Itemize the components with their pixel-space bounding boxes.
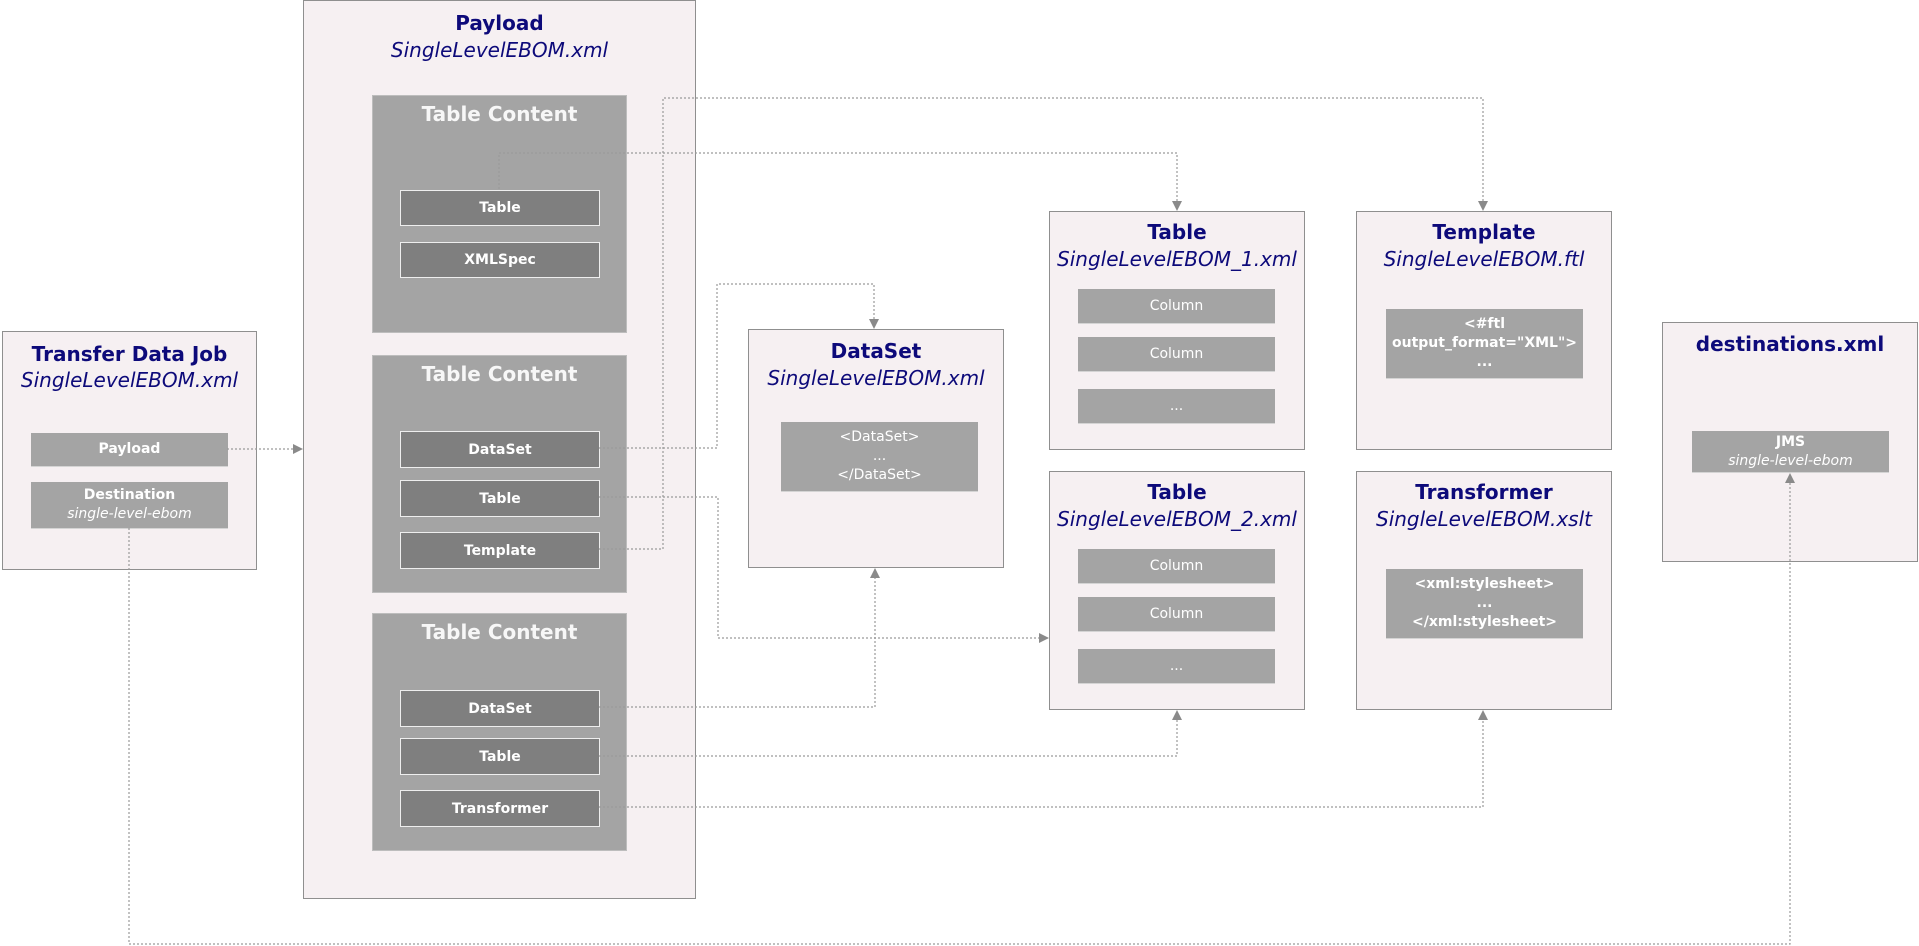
transformer-line: ... [1476,595,1493,611]
column-label: Column [1149,557,1204,574]
destination-item-label: Destination [83,487,176,503]
template-subtitle: SingleLevelEBOM.ftl [1383,247,1585,271]
jms-value: single-level-ebom [1728,452,1853,469]
table-content-2-dataset-button[interactable]: DataSet [400,431,600,468]
column-label: Column [1149,605,1204,622]
template-box: Template SingleLevelEBOM.ftl <#ftl outpu… [1356,211,1612,450]
table1-subtitle: SingleLevelEBOM_1.xml [1057,247,1297,271]
template-line: output_format="XML"> [1392,335,1577,351]
transformer-subtitle: SingleLevelEBOM.xslt [1376,507,1592,531]
template-title: Template [1432,220,1536,244]
payload-title: Payload [455,11,544,35]
dataset-subtitle: SingleLevelEBOM.xml [767,366,985,390]
transformer-title: Transformer [1415,480,1553,504]
table-content-2: Table Content DataSet Table Template [372,355,627,593]
dataset-line: <DataSet> [839,429,920,445]
table1-column-row[interactable]: Column [1078,337,1275,372]
table2-column-row[interactable]: Column [1078,597,1275,632]
connector-transformer-to-transformer [599,710,1488,808]
table2-title: Table [1147,480,1207,504]
table-content-1-xmlspec-button[interactable]: XMLSpec [400,242,600,278]
table2-ellipsis-row[interactable]: ... [1078,649,1275,684]
destinations-title: destinations.xml [1695,332,1885,356]
transformer-box: Transformer SingleLevelEBOM.xslt <xml:st… [1356,471,1612,710]
dataset-content: <DataSet> ... </DataSet> [781,422,978,492]
table2-subtitle: SingleLevelEBOM_2.xml [1057,507,1297,531]
payload-subtitle: SingleLevelEBOM.xml [390,38,609,62]
table-content-2-table-button[interactable]: Table [400,480,600,517]
dataset-line: </DataSet> [837,467,922,483]
transformer-line: <xml:stylesheet> [1414,576,1555,592]
transfer-data-job-box: Transfer Data Job SingleLevelEBOM.xml Pa… [2,331,257,570]
transfer-job-payload-item[interactable]: Payload [31,433,228,467]
table-content-2-template-button[interactable]: Template [400,532,600,569]
ellipsis-label: ... [1169,397,1184,414]
table1-title: Table [1147,220,1207,244]
template-content: <#ftl output_format="XML"> ... [1386,309,1583,379]
transformer-line: </xml:stylesheet> [1411,614,1558,630]
table-content-title: Table Content [421,102,578,126]
ellipsis-label: ... [1169,657,1184,674]
table2-box: Table SingleLevelEBOM_2.xml Column Colum… [1049,471,1305,710]
connector-template-to-template [599,97,1488,550]
table-content-title: Table Content [421,620,578,644]
table-content-title: Table Content [421,362,578,386]
table1-box: Table SingleLevelEBOM_1.xml Column Colum… [1049,211,1305,450]
table-content-1-table-button[interactable]: Table [400,190,600,226]
transfer-job-destination-item[interactable]: Destination single-level-ebom [31,482,228,529]
table-content-3-table-button[interactable]: Table [400,738,600,775]
transfer-job-title: Transfer Data Job [31,342,228,366]
template-line: ... [1476,354,1493,370]
jms-label: JMS [1775,433,1806,450]
template-line: <#ftl [1463,316,1506,332]
transformer-content: <xml:stylesheet> ... </xml:stylesheet> [1386,569,1583,639]
transfer-job-subtitle: SingleLevelEBOM.xml [20,368,239,392]
payload-item-label: Payload [98,441,161,457]
table-content-3-dataset-button[interactable]: DataSet [400,690,600,727]
table-content-1: Table Content Table XMLSpec [372,95,627,333]
dataset-title: DataSet [830,339,922,363]
jms-destination-item[interactable]: JMS single-level-ebom [1692,431,1889,473]
table-content-3-transformer-button[interactable]: Transformer [400,790,600,827]
column-label: Column [1149,297,1204,314]
table2-column-row[interactable]: Column [1078,549,1275,584]
dataset-box: DataSet SingleLevelEBOM.xml <DataSet> ..… [748,329,1004,568]
destinations-box: destinations.xml JMS single-level-ebom [1662,322,1918,562]
destination-item-value: single-level-ebom [67,506,192,522]
table1-column-row[interactable]: Column [1078,289,1275,324]
table1-ellipsis-row[interactable]: ... [1078,389,1275,424]
table-content-3: Table Content DataSet Table Transformer [372,613,627,851]
dataset-line: ... [872,448,887,464]
column-label: Column [1149,345,1204,362]
